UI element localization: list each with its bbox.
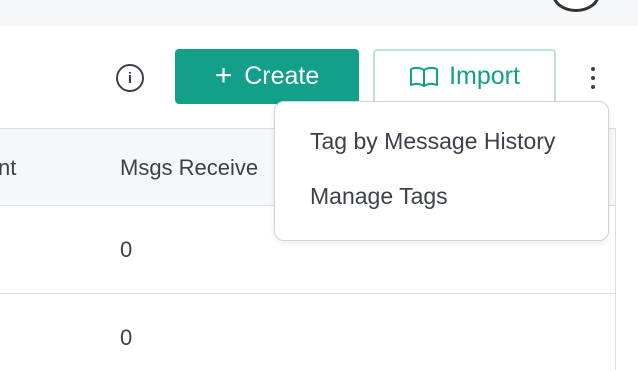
kebab-dot: [591, 67, 595, 71]
column-header[interactable]: nt: [0, 155, 16, 181]
user-avatar-icon[interactable]: [552, 0, 600, 12]
more-actions-menu: Tag by Message History Manage Tags: [274, 101, 609, 241]
info-icon[interactable]: i: [116, 64, 144, 92]
kebab-vertical-icon[interactable]: [582, 62, 604, 94]
import-button-label: Import: [449, 62, 520, 90]
info-glyph: i: [127, 69, 133, 87]
top-bar: [0, 0, 638, 26]
menu-item-tag-by-message-history[interactable]: Tag by Message History: [275, 128, 608, 183]
plus-icon: +: [214, 58, 233, 92]
book-open-icon: [410, 66, 439, 87]
page: i + Create Import nt Msgs Receive 0 0 Ta…: [0, 0, 638, 370]
kebab-dot: [591, 85, 595, 89]
msgs-received-cell: 0: [120, 325, 133, 350]
table-row[interactable]: 0: [0, 294, 615, 370]
column-header-msgs-received[interactable]: Msgs Receive: [120, 155, 258, 181]
kebab-dot: [591, 76, 595, 80]
msgs-received-cell: 0: [120, 237, 133, 262]
menu-item-manage-tags[interactable]: Manage Tags: [275, 183, 608, 238]
import-button[interactable]: Import: [373, 49, 556, 104]
create-button[interactable]: + Create: [175, 49, 359, 104]
create-button-label: Create: [244, 62, 320, 90]
